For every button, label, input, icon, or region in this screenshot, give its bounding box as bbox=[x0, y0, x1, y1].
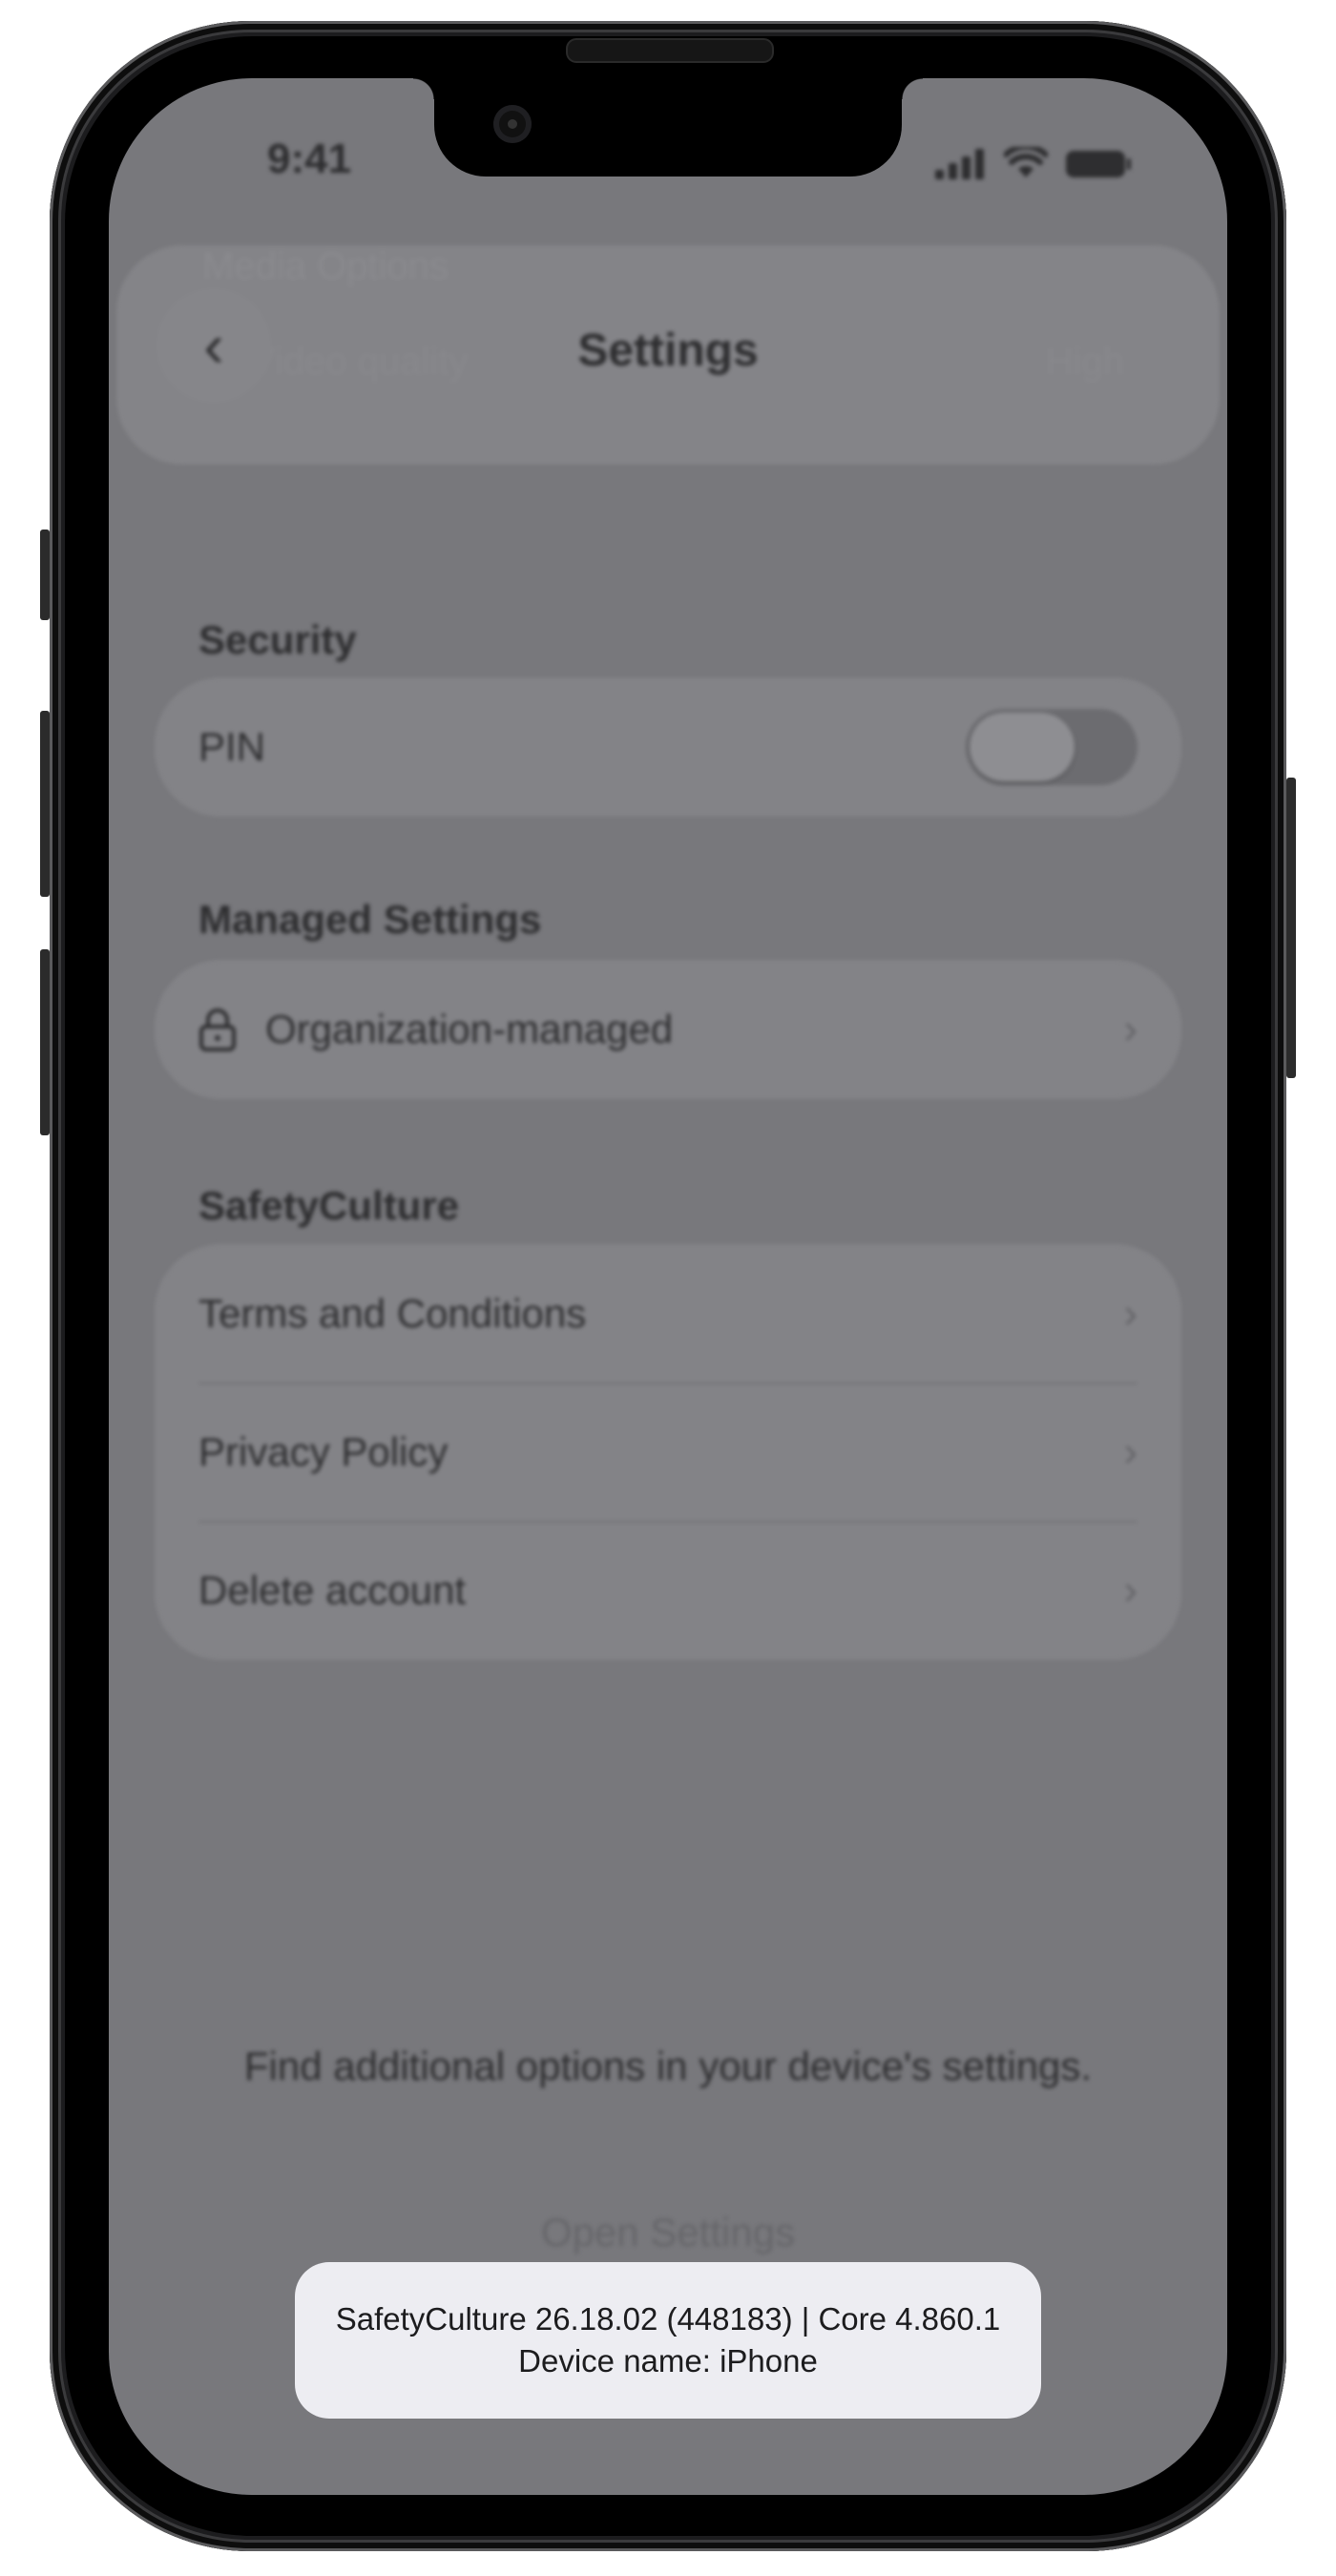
front-camera-icon bbox=[493, 105, 532, 143]
privacy-row[interactable]: Privacy Policy › bbox=[198, 1382, 1138, 1522]
delete-account-label: Delete account bbox=[198, 1568, 467, 1612]
volume-down-button bbox=[40, 949, 50, 1135]
settings-screen-dimmed: 9:41 Media Options Video quality High ‹ … bbox=[109, 78, 1227, 2495]
status-time: 9:41 bbox=[267, 135, 352, 182]
section-title-safetyculture: SafetyCulture bbox=[198, 1183, 460, 1228]
lock-icon bbox=[199, 1008, 236, 1051]
section-title-managed: Managed Settings bbox=[198, 897, 542, 942]
device-settings-hint: Find additional options in your device's… bbox=[243, 2044, 1093, 2088]
safetyculture-group: Terms and Conditions › Privacy Policy › … bbox=[155, 1244, 1181, 1660]
chevron-right-icon: › bbox=[1123, 1567, 1138, 1613]
terms-row[interactable]: Terms and Conditions › bbox=[198, 1244, 1138, 1383]
pin-label: PIN bbox=[198, 724, 266, 769]
toggle-knob bbox=[970, 713, 1075, 781]
version-toast: SafetyCulture 26.18.02 (448183) | Core 4… bbox=[295, 2262, 1041, 2419]
managed-group: Organization-managed › bbox=[155, 960, 1181, 1099]
faded-section-title: Media Options bbox=[202, 245, 449, 287]
mute-switch bbox=[40, 530, 50, 620]
section-title-security: Security bbox=[198, 617, 357, 662]
wifi-icon bbox=[1004, 147, 1048, 177]
chevron-right-icon: › bbox=[1123, 1290, 1138, 1337]
privacy-label: Privacy Policy bbox=[198, 1429, 449, 1474]
version-line: SafetyCulture 26.18.02 (448183) | Core 4… bbox=[335, 2301, 1001, 2337]
status-icons bbox=[935, 147, 1132, 179]
organization-managed-label: Organization-managed bbox=[265, 1007, 674, 1051]
chevron-right-icon: › bbox=[1123, 1006, 1138, 1052]
page-title: Settings bbox=[577, 325, 759, 376]
device-name-line: Device name: iPhone bbox=[518, 2343, 818, 2379]
delete-account-row[interactable]: Delete account › bbox=[198, 1521, 1138, 1660]
earpiece-speaker bbox=[566, 38, 774, 63]
volume-up-button bbox=[40, 711, 50, 897]
security-group: PIN bbox=[155, 677, 1181, 817]
organization-managed-row[interactable]: Organization-managed › bbox=[198, 960, 1138, 1099]
notch bbox=[413, 78, 923, 177]
phone-screen: 9:41 Media Options Video quality High ‹ … bbox=[109, 78, 1227, 2495]
chevron-right-icon: › bbox=[1123, 1428, 1138, 1475]
pin-row: PIN bbox=[198, 677, 1138, 817]
battery-icon bbox=[1066, 151, 1131, 177]
pin-toggle[interactable] bbox=[966, 709, 1138, 785]
power-button bbox=[1286, 778, 1296, 1078]
open-settings-link[interactable]: Open Settings bbox=[109, 2210, 1227, 2255]
terms-label: Terms and Conditions bbox=[198, 1291, 587, 1336]
cellular-signal-icon bbox=[935, 149, 984, 179]
